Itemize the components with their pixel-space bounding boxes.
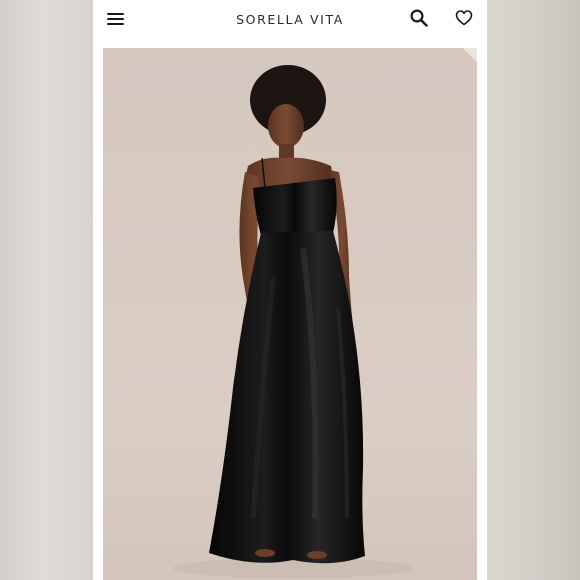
- product-photo[interactable]: [103, 48, 477, 580]
- heart-icon[interactable]: [455, 9, 473, 27]
- search-icon[interactable]: [409, 8, 429, 28]
- image-corner-fold: [463, 48, 477, 62]
- model-illustration: [103, 48, 477, 580]
- app-screen: SORELLA VITA: [93, 0, 487, 580]
- page-backdrop-right: [487, 0, 580, 580]
- top-header: SORELLA VITA: [93, 0, 487, 40]
